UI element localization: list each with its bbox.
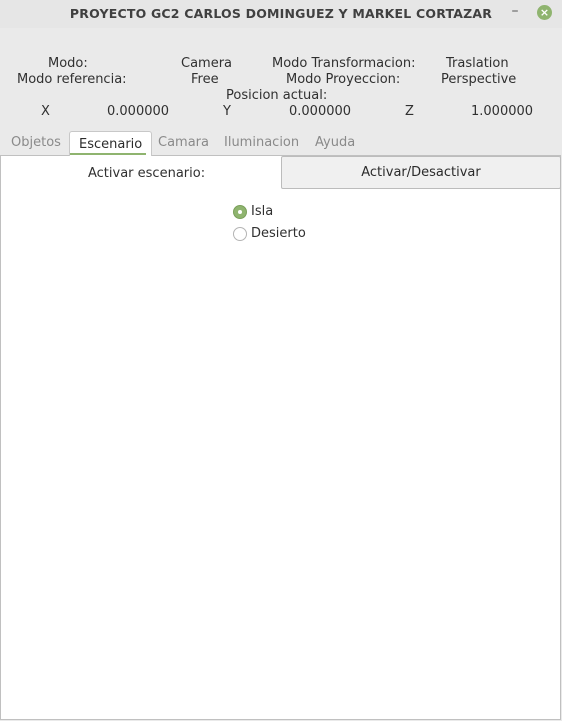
referencia-value: Free: [191, 72, 219, 87]
activar-desactivar-button[interactable]: Activar/Desactivar: [281, 156, 561, 189]
posicion-label: Posicion actual:: [226, 88, 328, 103]
y-value: 0.000000: [289, 104, 352, 119]
window-title: PROYECTO GC2 CARLOS DOMINGUEZ Y MARKEL C…: [69, 6, 493, 21]
y-label: Y: [223, 104, 231, 119]
modo-label: Modo:: [48, 56, 88, 71]
tab-objetos[interactable]: Objetos: [11, 131, 61, 155]
proyeccion-value: Perspective: [441, 72, 517, 87]
transform-label: Modo Transformacion:: [272, 56, 416, 71]
referencia-label: Modo referencia:: [17, 72, 127, 87]
x-value: 0.000000: [107, 104, 170, 119]
x-label: X: [41, 104, 50, 119]
tab-ayuda[interactable]: Ayuda: [315, 131, 355, 155]
radio-label-isla: Isla: [251, 204, 274, 219]
minimize-button[interactable]: –: [508, 3, 522, 19]
tab-iluminacion[interactable]: Iluminacion: [224, 131, 299, 155]
proyeccion-label: Modo Proyeccion:: [286, 72, 401, 87]
radio-label-desierto: Desierto: [251, 226, 306, 241]
close-icon: ×: [539, 6, 550, 19]
transform-value: Traslation: [446, 56, 509, 71]
z-label: Z: [405, 104, 414, 119]
activar-escenario-label: Activar escenario:: [88, 166, 206, 181]
tab-camara[interactable]: Camara: [158, 131, 209, 155]
active-tab-indicator: [70, 153, 146, 155]
z-value: 1.000000: [471, 104, 534, 119]
close-button[interactable]: ×: [537, 5, 552, 20]
modo-value: Camera: [181, 56, 233, 71]
radio-checked-icon[interactable]: [233, 205, 247, 219]
title-bar: PROYECTO GC2 CARLOS DOMINGUEZ Y MARKEL C…: [0, 0, 562, 28]
radio-unchecked-icon[interactable]: [233, 227, 247, 241]
